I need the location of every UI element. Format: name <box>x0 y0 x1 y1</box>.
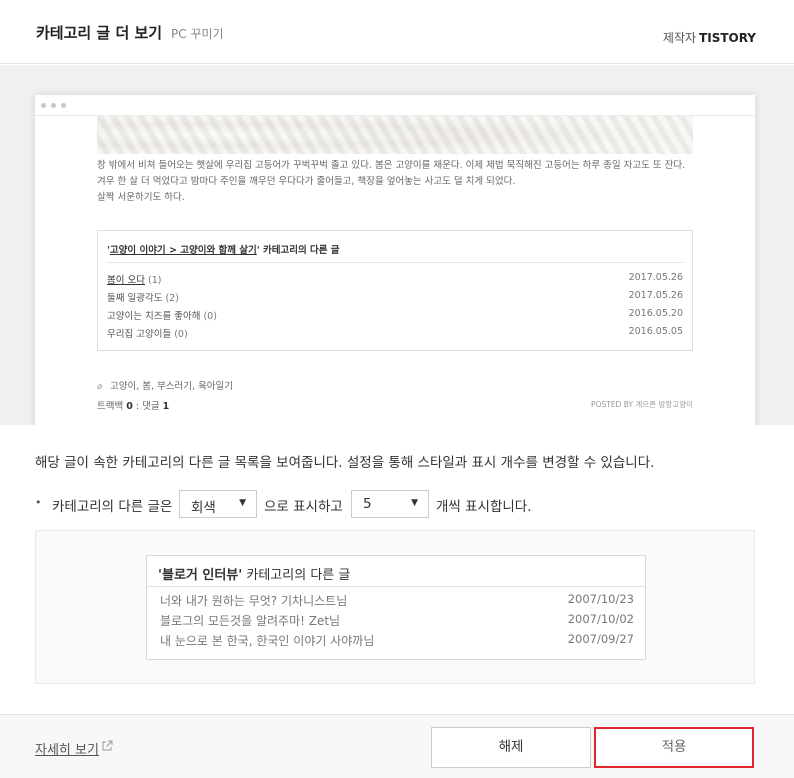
option-text-after: 개씩 표시합니다. <box>436 499 532 515</box>
related-count: (0) <box>174 329 188 340</box>
style-select-value: 회색 <box>191 500 216 516</box>
related-heading: '고양이 이야기 > 고양이와 함께 살기' 카테고리의 다른 글 <box>107 242 340 256</box>
window-dot-icon <box>61 103 66 108</box>
page-subtitle: PC 꾸미기 <box>171 27 224 41</box>
related-heading-suffix: ' 카테고리의 다른 글 <box>256 245 340 256</box>
example-heading-suffix: 카테고리의 다른 글 <box>242 568 351 583</box>
example-row: 내 눈으로 본 한국, 한국인 이야기 사야까님 2007/09/27 <box>160 632 634 650</box>
related-posts-preview: '고양이 이야기 > 고양이와 함께 살기' 카테고리의 다른 글 봄이 오다(… <box>97 230 693 351</box>
related-title: 봄이 오다 <box>107 275 145 286</box>
example-row: 너와 내가 원하는 무엇? 기차니스트님 2007/10/23 <box>160 592 634 610</box>
related-row[interactable]: 고양이는 치즈를 좋아해 (0) 2016.05.20 <box>107 308 683 324</box>
related-date: 2016.05.05 <box>628 326 683 337</box>
trackback-label: 트랙백 <box>97 401 124 412</box>
feature-description: 해당 글이 속한 카테고리의 다른 글 목록을 보여줍니다. 설정을 통해 스타… <box>35 455 655 471</box>
option-text-before: 카테고리의 다른 글은 <box>52 499 173 515</box>
example-date: 2007/10/23 <box>567 592 634 606</box>
related-title: 고양이는 치즈를 좋아해 <box>107 311 201 322</box>
comment-label: 댓글 <box>142 401 160 412</box>
post-line: 창 밖에서 비쳐 들어오는 햇살에 우리집 고등어가 꾸벅꾸벅 졸고 있다. 봄… <box>97 160 686 171</box>
tag-list: 고양이, 봄, 부스러기, 육아일기 <box>110 381 234 392</box>
posted-by: POSTED BY 게으른 방랑고양이 <box>591 400 693 409</box>
count-select-value: 5 <box>363 496 372 512</box>
external-link-icon[interactable] <box>101 740 113 752</box>
preview-area: 창 밖에서 비쳐 들어오는 햇살에 우리집 고등어가 꾸벅꾸벅 졸고 있다. 봄… <box>0 65 794 425</box>
example-card: '블로거 인터뷰' 카테고리의 다른 글 너와 내가 원하는 무엇? 기차니스트… <box>146 555 646 660</box>
example-row: 블로그의 모든것을 알려주마! Zet님 2007/10/02 <box>160 612 634 630</box>
trackback-count: 0 <box>126 401 133 412</box>
post-hero-image <box>97 116 693 154</box>
example-category: '블로거 인터뷰' <box>158 568 243 583</box>
example-date: 2007/09/27 <box>567 632 634 646</box>
related-date: 2017.05.26 <box>628 272 683 283</box>
window-dot-icon <box>51 103 56 108</box>
related-date: 2017.05.26 <box>628 290 683 301</box>
example-date: 2007/10/02 <box>567 612 634 626</box>
dialog-footer: 자세히 보기 해제 적용 <box>0 714 794 778</box>
trackback-info: 트랙백 0 : 댓글 1 <box>97 401 170 412</box>
related-count: (1) <box>147 275 162 286</box>
example-title: 너와 내가 원하는 무엇? 기차니스트님 <box>160 594 348 608</box>
browser-mockup: 창 밖에서 비쳐 들어오는 햇살에 우리집 고등어가 꾸벅꾸벅 졸고 있다. 봄… <box>35 95 755 425</box>
post-tags: ⌀ 고양이, 봄, 부스러기, 육아일기 <box>97 378 233 392</box>
related-title: 둘째 일광각도 <box>107 293 163 304</box>
related-row[interactable]: 우리집 고양이들 (0) 2016.05.05 <box>107 326 683 342</box>
related-row[interactable]: 둘째 일광각도 (2) 2017.05.26 <box>107 290 683 306</box>
count-select[interactable]: 5 ▼ <box>351 490 429 518</box>
divider <box>107 262 683 263</box>
related-date: 2016.05.20 <box>628 308 683 319</box>
category-path-link[interactable]: 고양이 이야기 > 고양이와 함께 살기 <box>110 245 257 256</box>
chevron-down-icon: ▼ <box>411 498 418 508</box>
page-title: 카테고리 글 더 보기 <box>36 24 163 42</box>
comment-count: 1 <box>162 401 170 412</box>
related-count: (0) <box>203 311 217 322</box>
tag-icon: ⌀ <box>97 382 103 392</box>
chevron-down-icon: ▼ <box>239 498 246 508</box>
option-text-middle: 으로 표시하고 <box>264 499 343 515</box>
related-row[interactable]: 봄이 오다 (1) 2017.05.26 <box>107 272 683 288</box>
more-info-link[interactable]: 자세히 보기 <box>35 739 99 758</box>
post-line: 살짝 서운하기도 하다. <box>97 192 185 203</box>
style-select[interactable]: 회색 ▼ <box>179 490 257 518</box>
example-heading: '블로거 인터뷰' 카테고리의 다른 글 <box>158 564 350 583</box>
post-line: 겨우 한 살 더 먹었다고 밤마다 주인을 깨우던 우다다가 줄어들고, 책장을… <box>97 176 516 187</box>
maker-label: 제작자 <box>662 31 697 45</box>
maker-info: 제작자 TISTORY <box>663 29 756 46</box>
example-title: 내 눈으로 본 한국, 한국인 이야기 사야까님 <box>160 634 375 648</box>
dialog-header: 카테고리 글 더 보기 PC 꾸미기 제작자 TISTORY <box>0 0 794 64</box>
cancel-button[interactable]: 해제 <box>431 727 591 768</box>
related-count: (2) <box>165 293 179 304</box>
style-example-panel: '블로거 인터뷰' 카테고리의 다른 글 너와 내가 원하는 무엇? 기차니스트… <box>35 530 755 684</box>
apply-button[interactable]: 적용 <box>594 727 754 768</box>
bullet: • <box>35 496 42 509</box>
example-title: 블로그의 모든것을 알려주마! Zet님 <box>160 614 341 628</box>
window-dot-icon <box>41 103 46 108</box>
maker-name: TISTORY <box>699 31 756 45</box>
related-title: 우리집 고양이들 <box>107 329 172 340</box>
browser-titlebar <box>35 95 755 116</box>
divider <box>147 586 645 587</box>
post-body: 창 밖에서 비쳐 들어오는 햇살에 우리집 고등어가 꾸벅꾸벅 졸고 있다. 봄… <box>97 158 717 206</box>
